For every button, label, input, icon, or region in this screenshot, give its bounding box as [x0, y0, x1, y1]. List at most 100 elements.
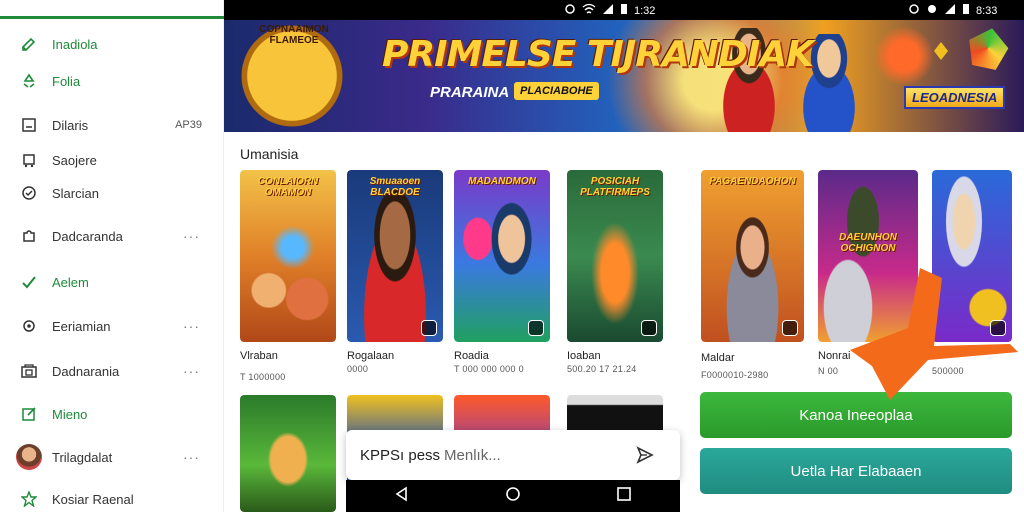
sidebar-item-label: Saojere [52, 152, 97, 168]
search-input-value: KPPSı pess [360, 446, 441, 464]
banner-tag: PLACIABOHE [514, 82, 599, 100]
game-meta: T 1000000 [240, 372, 286, 382]
avatar [16, 444, 42, 470]
play-icon[interactable] [528, 320, 544, 336]
sidebar-item-kosiar-raenal[interactable]: Kosiar Raenal [0, 484, 224, 512]
sidebar-item-saojere[interactable]: Saojere [0, 145, 224, 175]
game-name[interactable]: Maldar [701, 352, 735, 364]
search-input-placeholder: Menlık... [444, 446, 501, 464]
sidebar-item-trilagdalat[interactable]: Trilagdalat ··· [0, 442, 224, 472]
game-card[interactable] [240, 395, 336, 512]
sidebar: Inadiola Folia Dilaris AP39 Saojere Slar… [0, 0, 224, 512]
more-icon[interactable]: ··· [183, 363, 200, 379]
game-cover-title: POSICIAH PLATFIRMEPS [580, 176, 650, 198]
game-name[interactable]: Roadia [454, 350, 489, 362]
game-cover-title: DAEUNHON OCHIGNON [839, 232, 897, 254]
check-icon [20, 273, 38, 291]
banner-badge-title: COPNAAIMON FLAMEOE [259, 24, 329, 46]
game-card[interactable]: PAGAENDAOHON [701, 170, 804, 342]
game-cover-image [701, 170, 804, 342]
game-cover-title: Smuaaoen BLACDOE [369, 176, 421, 198]
app-root: Inadiola Folia Dilaris AP39 Saojere Slar… [0, 0, 1024, 512]
wifi-icon [582, 3, 596, 18]
sidebar-item-mieno[interactable]: Mieno [0, 399, 224, 429]
send-icon[interactable] [634, 444, 656, 466]
status-group-right: 8:33 [908, 3, 997, 18]
recents-icon[interactable] [615, 485, 633, 508]
more-icon[interactable]: ··· [183, 228, 200, 244]
game-card[interactable]: MADANDMON [454, 170, 550, 342]
game-cover-image [454, 170, 550, 342]
home-icon[interactable] [504, 485, 522, 508]
game-meta: N 00 [818, 366, 839, 376]
alarm-icon [926, 3, 938, 18]
game-card[interactable]: CONLAIORN OMAMON [240, 170, 336, 342]
status-time-right: 8:33 [976, 4, 998, 17]
sidebar-item-label: Dilaris [52, 117, 89, 133]
section-title: Umanisia [240, 146, 299, 162]
star-icon [20, 490, 38, 508]
game-meta: T 000 000 000 0 [454, 364, 524, 374]
sidebar-item-dadcaranda[interactable]: Dadcaranda ··· [0, 221, 224, 251]
sidebar-item-label: Aelem [52, 274, 89, 290]
banner-cta-button[interactable]: LEOADNESIA [904, 86, 1006, 109]
game-cover-title: PAGAENDAOHON [709, 176, 796, 187]
signal-icon [944, 3, 956, 18]
game-cover-image [240, 395, 336, 512]
square-icon [20, 116, 38, 134]
more-icon[interactable]: ··· [183, 449, 200, 465]
search-input[interactable]: KPPSı pess Menlık... [346, 430, 680, 480]
signal-icon [602, 3, 614, 18]
sidebar-item-dilaris[interactable]: Dilaris AP39 [0, 110, 224, 140]
sidebar-item-label: Slarcian [52, 185, 99, 201]
back-icon[interactable] [393, 485, 411, 508]
pointer-arrow-icon [850, 268, 1018, 400]
game-card[interactable]: Smuaaoen BLACDOE [347, 170, 443, 342]
promo-banner[interactable]: COPNAAIMON FLAMEOE PRIMELSE TIJRANDIAK P… [224, 20, 1024, 132]
sidebar-item-eeriamian[interactable]: Eeriamian ··· [0, 311, 224, 341]
status-group-left: 1:32 [564, 3, 655, 18]
sidebar-item-aelem[interactable]: Aelem [0, 267, 224, 297]
game-name[interactable]: Nonrai [818, 350, 850, 362]
battery-icon [620, 3, 628, 18]
store-icon [20, 362, 38, 380]
play-icon[interactable] [782, 320, 798, 336]
sidebar-item-count: AP39 [175, 119, 202, 131]
game-name[interactable]: Ioaban [567, 350, 601, 362]
sidebar-item-folia[interactable]: Folia [0, 66, 224, 96]
sidebar-item-label: Kosiar Raenal [52, 491, 134, 507]
sidebar-item-label: Dadnarania [52, 363, 120, 379]
secondary-action-button[interactable]: Uetla Har Elabaaen [700, 448, 1012, 494]
settings-icon [908, 3, 920, 18]
sidebar-item-label: Trilagdalat [52, 449, 113, 465]
game-logo-icon [964, 24, 1011, 71]
sidebar-item-dadnarania[interactable]: Dadnarania ··· [0, 356, 224, 386]
sidebar-item-label: Mieno [52, 406, 88, 422]
cart-icon [20, 151, 38, 169]
game-cover-title: MADANDMON [468, 176, 536, 187]
check-shield-icon [20, 184, 38, 202]
sidebar-item-slarcian[interactable]: Slarcian [0, 178, 224, 208]
game-name[interactable]: Rogalaan [347, 350, 394, 362]
settings-icon [564, 3, 576, 18]
game-card[interactable]: POSICIAH PLATFIRMEPS [567, 170, 663, 342]
sidebar-item-label: Dadcaranda [52, 228, 123, 244]
sidebar-item-label: Folia [52, 73, 81, 89]
play-icon[interactable] [641, 320, 657, 336]
game-meta: 500.20 17 21.24 [567, 364, 637, 374]
recycle-icon [20, 72, 38, 90]
battery-icon [962, 3, 970, 18]
system-nav-bar [346, 480, 680, 512]
banner-title: PRIMELSE TIJRANDIAK [382, 34, 814, 75]
sidebar-item-inadiola[interactable]: Inadiola [0, 29, 224, 59]
game-meta: F0000010-2980 [701, 370, 769, 380]
status-time-left: 1:32 [634, 4, 656, 17]
sidebar-item-label: Eeriamian [52, 318, 111, 334]
edit-icon [20, 405, 38, 423]
play-icon[interactable] [421, 320, 437, 336]
game-name[interactable]: Vlraban [240, 350, 278, 362]
puzzle-icon [20, 227, 38, 245]
banner-effect-image [864, 26, 944, 86]
more-icon[interactable]: ··· [183, 318, 200, 334]
sidebar-item-label: Inadiola [52, 36, 98, 52]
